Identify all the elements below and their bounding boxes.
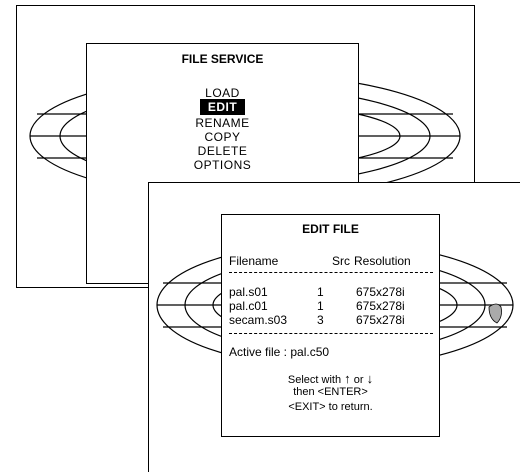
resolution-cell: 675x278i: [356, 299, 405, 313]
filename-cell: pal.c01: [229, 299, 268, 313]
menu-item-edit[interactable]: EDIT: [87, 99, 358, 115]
arrow-up-icon: ↑: [344, 371, 351, 386]
menu-item-rename[interactable]: RENAME: [87, 116, 358, 130]
menu-item-copy[interactable]: COPY: [87, 130, 358, 144]
file-service-title: FILE SERVICE: [181, 52, 264, 66]
src-cell: 1: [317, 285, 324, 299]
src-cell: 1: [317, 299, 324, 313]
column-header-src: Src: [332, 254, 350, 268]
menu-item-load[interactable]: LOAD: [87, 86, 358, 100]
header-divider: [229, 272, 433, 273]
filename-cell: secam.s03: [229, 313, 288, 327]
active-file-value: pal.c50: [290, 345, 330, 359]
resolution-cell: 675x278i: [356, 313, 405, 327]
menu-item-delete[interactable]: DELETE: [87, 144, 358, 158]
help-exit: <EXIT> to return.: [288, 401, 373, 413]
active-file-label: Active file : pal.c50: [229, 345, 330, 359]
arrow-down-icon: ↓: [366, 371, 374, 386]
help-enter: then <ENTER>: [293, 386, 368, 398]
menu-item-options[interactable]: OPTIONS: [87, 158, 358, 172]
footer-divider: [229, 333, 433, 334]
src-cell: 3: [317, 313, 324, 327]
edit-file-title: EDIT FILE: [302, 222, 359, 236]
edit-file-dialog: EDIT FILE Filename Src Resolution pal.s0…: [221, 214, 440, 437]
column-header-filename: Filename: [229, 254, 279, 268]
filename-cell: pal.s01: [229, 285, 268, 299]
help-select: Select with ↑ or ↓: [287, 371, 374, 386]
column-header-resolution: Resolution: [354, 254, 411, 268]
resolution-cell: 675x278i: [356, 285, 405, 299]
